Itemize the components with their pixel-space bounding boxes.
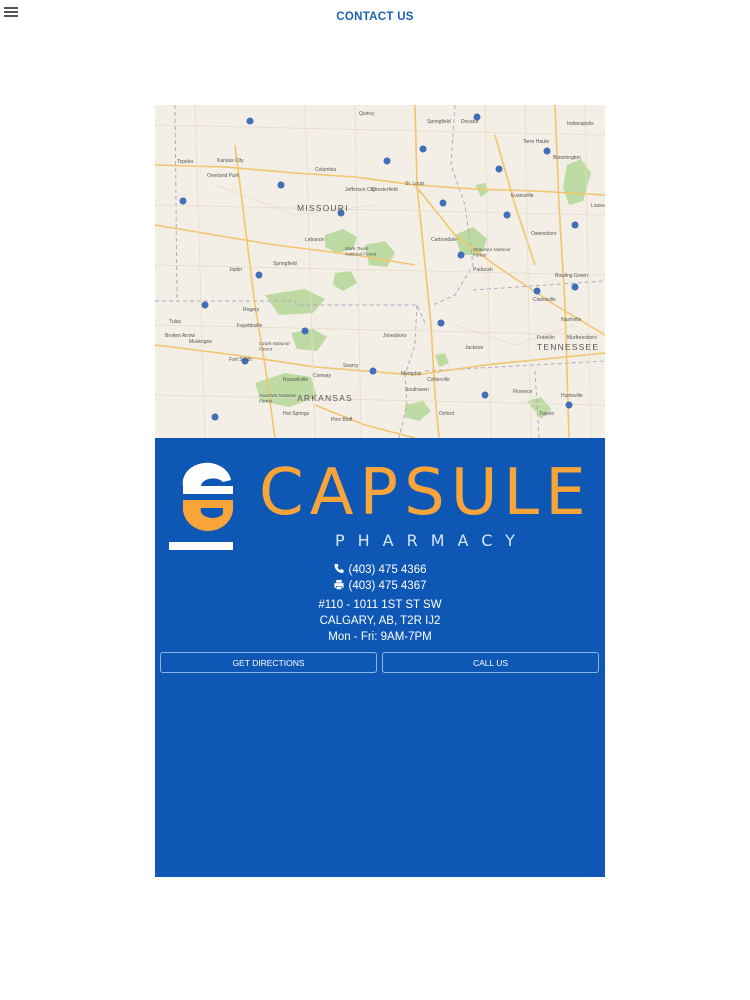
map-city-label: Paducah [473,267,493,273]
map-city-label: Murfreesboro [567,335,597,341]
map-city-label: Searcy [343,363,359,369]
map-city-label: Overland Park [207,173,239,179]
map-city-label: Evansville [511,193,534,199]
contact-card: MISSOURI ARKANSAS TENNESSEE Quincy Springfi… [155,105,605,877]
map-city-label: Russellville [283,377,308,383]
location-map[interactable]: MISSOURI ARKANSAS TENNESSEE Quincy Springfi… [155,105,605,438]
map-city-label: Decatur [461,119,479,125]
address-line-2: CALGARY, AB, T2R IJ2 [319,615,441,627]
map-city-label: Bloomington [553,155,581,161]
fax-number: (403) 475 4367 [348,580,427,592]
map-city-label: Kansas City [217,158,244,164]
map-city-label: Tupelo [539,411,554,417]
map-highways [155,105,605,438]
map-region-label: TENNESSEE [537,342,599,352]
map-city-label: Jonesboro [383,333,407,339]
map-minor-roads [155,105,605,438]
pharmacy-info: CAPSULE PHARMACY (403) 475 4366 (403) 47… [155,438,605,877]
fax-line: (403) 475 4367 [155,579,605,592]
phone-number: (403) 475 4366 [348,564,427,576]
get-directions-button[interactable]: GET DIRECTIONS [160,652,377,673]
map-city-label: Rogers [243,307,260,313]
map-city-label: Indianapolis [567,121,594,127]
map-city-label: Florence [513,389,533,395]
map-city-label: Fort Smith [229,357,252,363]
map-state-borders [155,105,605,438]
phone-line[interactable]: (403) 475 4366 [155,563,605,576]
map-city-label: Collierville [427,377,450,383]
map-region-label: ARKANSAS [297,393,353,403]
map-city-label: St. Louis [405,181,425,187]
address-line-1: #110 - 1011 1ST ST SW [318,599,442,611]
map-city-label: Joplin [229,267,242,273]
capsule-logo-mark-icon [169,462,234,550]
brand-subtitle: PHARMACY [335,531,528,550]
phone-icon [334,563,345,574]
map-city-label: Terre Haute [523,139,549,145]
map-city-label: Owensboro [531,231,557,237]
capsule-pharmacy-logo: CAPSULE PHARMACY [167,452,597,552]
map-city-label: Franklin [537,335,555,341]
map-region-label: MISSOURI [297,203,349,213]
map-city-label: Columbia [315,167,336,173]
map-city-label: Chesterfield [371,187,398,193]
call-us-button[interactable]: CALL US [382,652,599,673]
map-forest-label: Ozark National Forest [259,341,290,352]
map-city-label: Clarksville [533,297,556,303]
map-city-label: Conway [313,373,332,379]
map-city-label: Oxford [439,411,454,417]
map-city-label: Quincy [359,111,375,117]
map-city-label: Pine Bluff [331,417,353,423]
map-city-label: Huntsville [561,393,583,399]
map-city-label: Nashville [561,317,582,323]
map-city-label: Carbondale [431,237,457,243]
map-city-label: Hot Springs [283,411,310,417]
map-city-label: Bowling Green [555,273,588,279]
map-forest-label: Shawnee National Forest [473,247,511,258]
map-city-label: Jackson [465,345,484,351]
map-city-label: Lebanon [305,237,325,243]
map-city-label: Louisville [591,203,605,209]
map-city-label: Springfield [273,261,297,267]
map-city-label: Fayetteville [237,323,263,329]
map-city-labels: Quincy Springfield Decatur Indianapolis Kans… [165,111,605,423]
brand-name: CAPSULE [259,456,592,530]
map-city-label: Springfield [427,119,451,125]
page-title: CONTACT US [336,11,414,23]
map-city-label: Topeka [177,159,193,165]
fax-icon [334,579,345,590]
opening-hours: Mon - Fri: 9AM-7PM [328,631,432,643]
map-city-label: Muskogee [189,339,212,345]
map-city-label: Memphis [401,371,422,377]
map-city-label: Southaven [405,387,429,393]
map-city-label: Tulsa [169,319,181,325]
